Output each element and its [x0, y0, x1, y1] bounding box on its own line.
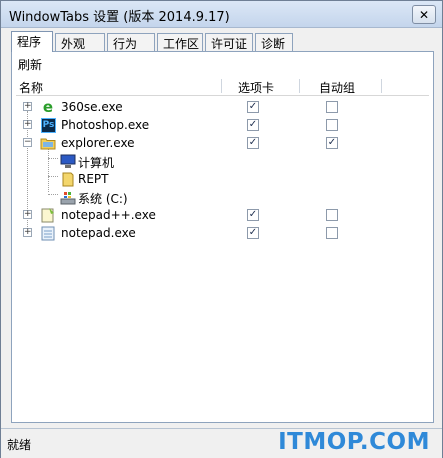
autogroup-checkbox[interactable]: [326, 227, 338, 239]
program-name: notepad.exe: [61, 226, 136, 240]
column-separator[interactable]: [221, 79, 222, 93]
status-text: 就绪: [7, 438, 32, 452]
tab-checkbox[interactable]: ✓: [247, 119, 259, 131]
tab-programs[interactable]: 程序: [11, 31, 53, 52]
tab-checkbox[interactable]: ✓: [247, 209, 259, 221]
program-name: 360se.exe: [61, 100, 123, 114]
programs-panel: 刷新 名称 选项卡 自动组 + e 360se.exe ✓ + Ps Photo…: [11, 51, 434, 423]
column-separator[interactable]: [381, 79, 382, 93]
notepadpp-icon: [40, 207, 56, 223]
notepad-icon: [40, 225, 56, 241]
program-name: notepad++.exe: [61, 208, 156, 222]
program-tree: + e 360se.exe ✓ + Ps Photoshop.exe ✓ − e…: [12, 96, 433, 422]
tab-checkbox[interactable]: ✓: [247, 101, 259, 113]
location-name: 系统 (C:): [78, 192, 128, 206]
column-name-header[interactable]: 名称: [19, 79, 43, 96]
photoshop-icon: Ps: [41, 118, 56, 133]
tab-checkbox[interactable]: ✓: [247, 227, 259, 239]
tab-label: 行为: [113, 37, 138, 51]
tab-workspace[interactable]: 工作区: [157, 33, 203, 51]
program-name: explorer.exe: [61, 136, 135, 150]
collapse-icon[interactable]: −: [23, 138, 32, 147]
folder-icon: [40, 135, 56, 151]
expand-icon[interactable]: +: [23, 120, 32, 129]
tab-label: 许可证: [211, 37, 248, 51]
tab-strip: 程序 外观 行为 工作区 许可证 诊断: [11, 31, 435, 52]
tab-label: 程序: [17, 35, 42, 49]
tab-license[interactable]: 许可证: [205, 33, 253, 51]
drive-icon: [60, 189, 76, 205]
computer-icon: [60, 153, 76, 169]
tab-diagnostics[interactable]: 诊断: [255, 33, 293, 51]
tree-row-child[interactable]: REPT: [12, 170, 433, 188]
tab-checkbox[interactable]: ✓: [247, 137, 259, 149]
refresh-link[interactable]: 刷新: [18, 56, 42, 73]
location-name: 计算机: [78, 156, 115, 170]
tree-row-child[interactable]: 计算机: [12, 152, 433, 170]
expand-icon[interactable]: +: [23, 210, 32, 219]
watermark: ITMOP.COM: [278, 429, 430, 455]
window-title: WindowTabs 设置 (版本 2014.9.17): [9, 10, 230, 25]
column-autogroup-header[interactable]: 自动组: [319, 79, 355, 96]
expand-icon[interactable]: +: [23, 228, 32, 237]
close-button[interactable]: ✕: [412, 5, 436, 24]
tree-row-child[interactable]: 系统 (C:): [12, 188, 433, 206]
autogroup-checkbox[interactable]: [326, 209, 338, 221]
autogroup-checkbox[interactable]: [326, 101, 338, 113]
column-separator[interactable]: [299, 79, 300, 93]
folder-icon: [60, 171, 76, 187]
ie-icon: e: [42, 97, 54, 116]
expand-icon[interactable]: +: [23, 102, 32, 111]
tree-row[interactable]: − explorer.exe ✓ ✓: [12, 134, 433, 152]
location-name: REPT: [78, 172, 109, 186]
tab-label: 工作区: [163, 37, 200, 51]
autogroup-checkbox[interactable]: [326, 119, 338, 131]
tab-label: 外观: [61, 37, 86, 51]
autogroup-checkbox[interactable]: ✓: [326, 137, 338, 149]
program-name: Photoshop.exe: [61, 118, 150, 132]
column-tab-header[interactable]: 选项卡: [238, 79, 274, 96]
tree-row[interactable]: + notepad.exe ✓: [12, 224, 433, 242]
column-header: 名称 选项卡 自动组: [16, 77, 429, 96]
tree-row[interactable]: + e 360se.exe ✓: [12, 98, 433, 116]
tree-row[interactable]: + Ps Photoshop.exe ✓: [12, 116, 433, 134]
tree-row[interactable]: + notepad++.exe ✓: [12, 206, 433, 224]
tab-appearance[interactable]: 外观: [55, 33, 105, 51]
status-bar: 就绪 ITMOP.COM: [1, 428, 442, 458]
tab-label: 诊断: [261, 37, 286, 51]
title-bar[interactable]: WindowTabs 设置 (版本 2014.9.17) ✕: [1, 1, 442, 28]
close-icon: ✕: [418, 7, 430, 22]
settings-window: WindowTabs 设置 (版本 2014.9.17) ✕ 程序 外观 行为 …: [0, 0, 443, 458]
tab-behavior[interactable]: 行为: [107, 33, 155, 51]
